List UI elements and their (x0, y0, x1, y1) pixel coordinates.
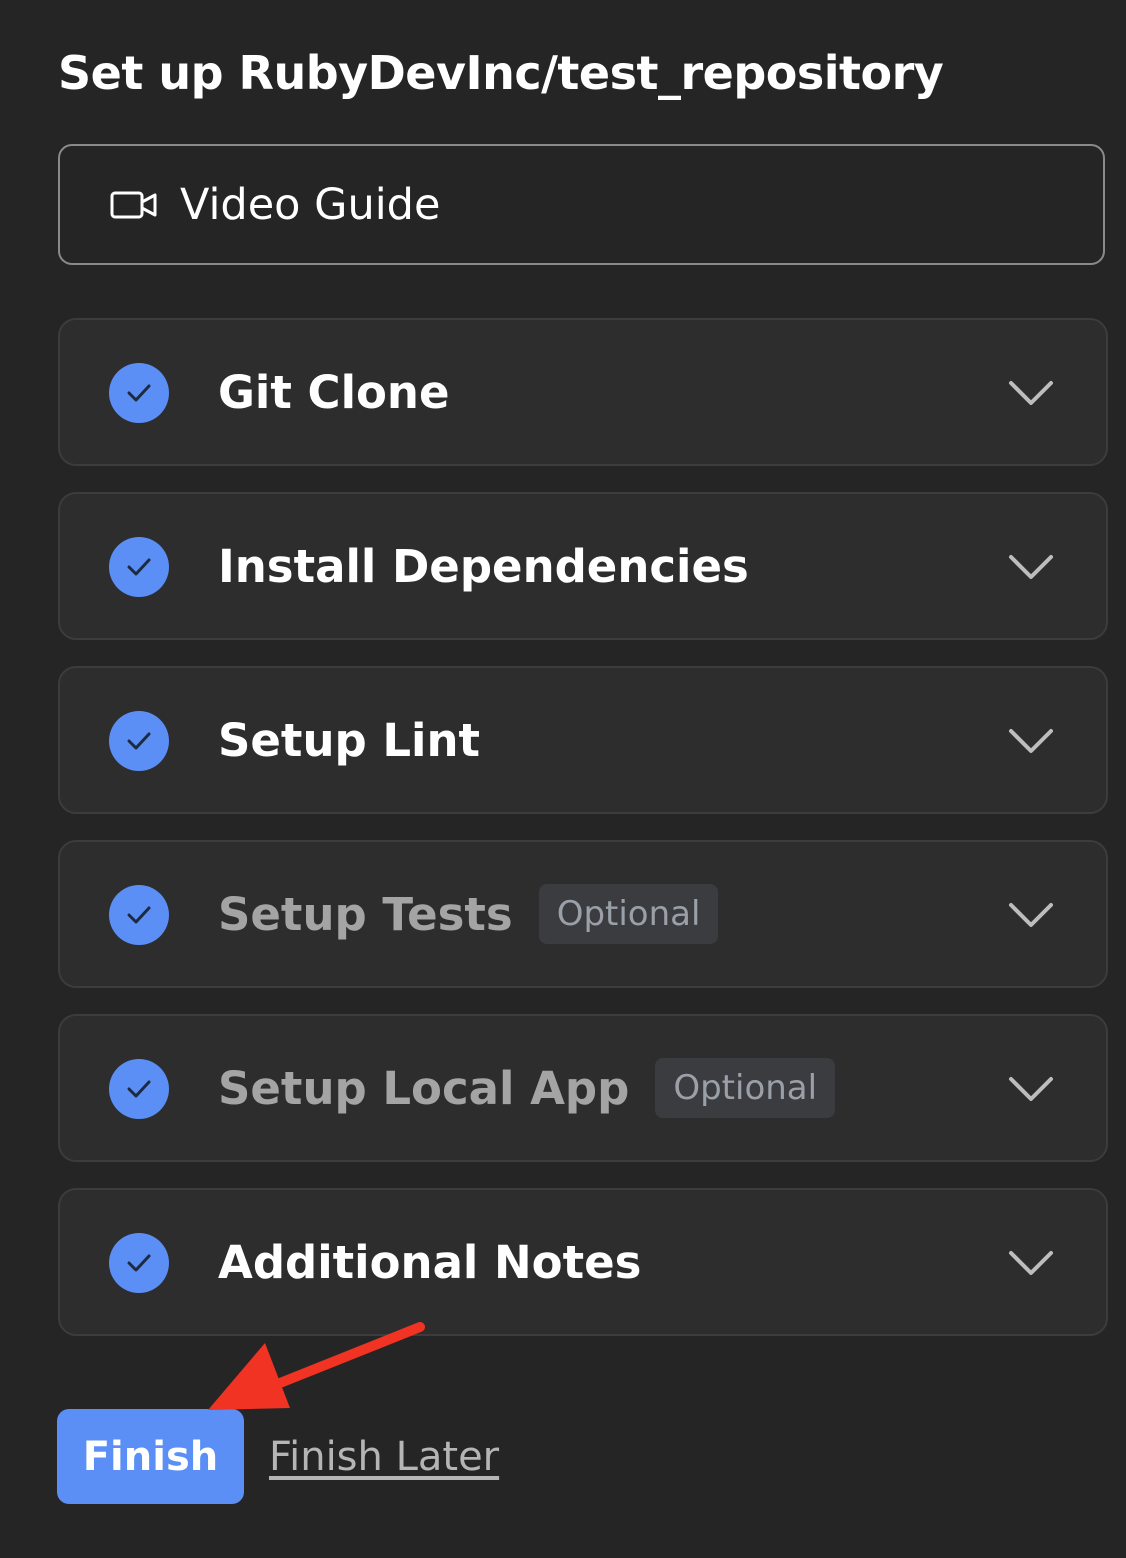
step-label: Additional Notes (218, 1235, 642, 1289)
chevron-down-icon[interactable] (1008, 380, 1054, 406)
step-setup-tests[interactable]: Setup Tests Optional (58, 840, 1108, 988)
video-camera-icon (110, 190, 158, 220)
video-guide-label: Video Guide (180, 179, 441, 230)
check-icon (109, 363, 169, 423)
step-additional-notes[interactable]: Additional Notes (58, 1188, 1108, 1336)
setup-steps-list: Git Clone Install Dependencies Setup Lin… (58, 318, 1108, 1362)
chevron-down-icon[interactable] (1008, 902, 1054, 928)
step-label: Setup Lint (218, 713, 481, 767)
optional-badge: Optional (655, 1058, 836, 1118)
check-icon (109, 711, 169, 771)
step-install-dependencies[interactable]: Install Dependencies (58, 492, 1108, 640)
footer-actions: Finish Finish Later (57, 1409, 499, 1504)
step-label: Git Clone (218, 365, 450, 419)
check-icon (109, 1233, 169, 1293)
chevron-down-icon[interactable] (1008, 728, 1054, 754)
page-title: Set up RubyDevInc/test_repository (58, 46, 944, 100)
step-git-clone[interactable]: Git Clone (58, 318, 1108, 466)
optional-badge: Optional (538, 884, 719, 944)
chevron-down-icon[interactable] (1008, 1076, 1054, 1102)
video-guide-button[interactable]: Video Guide (58, 144, 1105, 265)
step-setup-lint[interactable]: Setup Lint (58, 666, 1108, 814)
step-label: Setup Tests (218, 887, 513, 941)
finish-later-link[interactable]: Finish Later (269, 1434, 499, 1480)
step-label: Install Dependencies (218, 539, 749, 593)
finish-button[interactable]: Finish (57, 1409, 244, 1504)
chevron-down-icon[interactable] (1008, 1250, 1054, 1276)
step-setup-local-app[interactable]: Setup Local App Optional (58, 1014, 1108, 1162)
check-icon (109, 537, 169, 597)
chevron-down-icon[interactable] (1008, 554, 1054, 580)
check-icon (109, 885, 169, 945)
step-label: Setup Local App (218, 1061, 630, 1115)
check-icon (109, 1059, 169, 1119)
